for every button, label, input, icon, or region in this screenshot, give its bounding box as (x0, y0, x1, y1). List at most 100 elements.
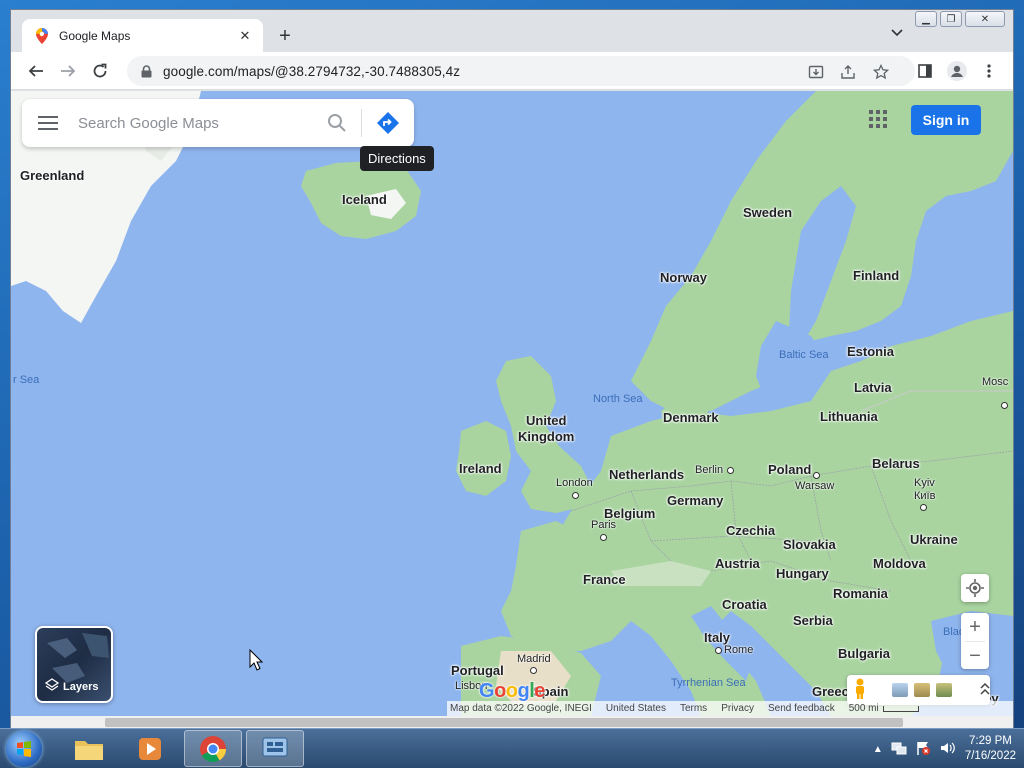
label-warsaw[interactable]: Warsaw (795, 480, 834, 492)
search-input[interactable]: Search Google Maps (74, 115, 313, 132)
zoom-in-icon[interactable]: + (961, 613, 989, 641)
zoom-out-icon[interactable]: − (961, 642, 989, 670)
label-austria[interactable]: Austria (715, 556, 760, 571)
zoom-controls: + − (961, 613, 989, 669)
back-arrow-icon[interactable] (24, 59, 48, 83)
taskbar: ▲ 7:29 PM 7/16/2022 (0, 728, 1024, 768)
search-icon[interactable] (313, 99, 361, 147)
file-explorer-folder-icon[interactable] (60, 730, 118, 767)
chrome-taskbar-icon[interactable] (184, 730, 242, 767)
show-hidden-icons-chevron-icon[interactable]: ▲ (873, 744, 883, 755)
minimize-icon[interactable]: ▁ (915, 11, 937, 27)
new-tab-plus-icon[interactable]: + (273, 24, 297, 48)
tab-search-chevron-icon[interactable] (891, 26, 903, 40)
label-denmark[interactable]: Denmark (663, 410, 719, 425)
label-germany[interactable]: Germany (667, 493, 723, 508)
terms-link[interactable]: Terms (680, 703, 707, 714)
label-sweden[interactable]: Sweden (743, 205, 792, 220)
photo-thumbnail-1[interactable] (891, 683, 908, 697)
label-romania[interactable]: Romania (833, 586, 888, 601)
google-logo: Google (479, 680, 545, 702)
label-latvia[interactable]: Latvia (854, 380, 892, 395)
label-france[interactable]: France (583, 572, 626, 587)
rome-dot (715, 647, 722, 654)
scale-bar[interactable]: 500 mi (849, 703, 919, 714)
photo-thumbnail-3[interactable] (935, 683, 952, 697)
side-panel-icon[interactable] (913, 59, 937, 83)
label-iceland[interactable]: Iceland (342, 192, 387, 207)
network-icon[interactable] (891, 740, 907, 759)
photo-thumbnail-2[interactable] (913, 683, 930, 697)
label-bulgaria[interactable]: Bulgaria (838, 646, 890, 661)
label-moscow[interactable]: Mosc (982, 376, 1008, 388)
directions-icon[interactable] (362, 99, 414, 147)
media-player-icon[interactable] (121, 730, 179, 767)
address-bar[interactable]: google.com/maps/@38.2794732,-30.7488305,… (127, 56, 915, 86)
label-greece[interactable]: Greec (812, 684, 849, 699)
country-link[interactable]: United States (606, 703, 666, 714)
label-croatia[interactable]: Croatia (722, 597, 767, 612)
share-icon[interactable] (839, 63, 857, 81)
forward-arrow-icon[interactable] (56, 59, 80, 83)
action-center-flag-icon[interactable] (915, 740, 931, 759)
label-czechia[interactable]: Czechia (726, 523, 775, 538)
restore-icon[interactable]: ❐ (940, 11, 962, 27)
control-panel-icon[interactable] (246, 730, 304, 767)
my-location-icon[interactable] (961, 574, 989, 602)
map-data-credit: Map data ©2022 Google, INEGI (450, 703, 592, 714)
start-button-windows-icon[interactable] (6, 731, 42, 767)
tab-google-maps[interactable]: Google Maps ✕ (22, 19, 263, 52)
tab-close-icon[interactable]: ✕ (237, 28, 253, 44)
volume-speaker-icon[interactable] (939, 740, 957, 759)
label-italy[interactable]: Italy (704, 630, 730, 645)
map-canvas[interactable]: Greenland Iceland Sweden Norway Finland … (11, 91, 1013, 716)
label-belarus[interactable]: Belarus (872, 456, 920, 471)
label-kingdom[interactable]: Kingdom (518, 429, 574, 444)
label-moldova[interactable]: Moldova (873, 556, 926, 571)
scrollbar-thumb[interactable] (105, 718, 903, 727)
privacy-link[interactable]: Privacy (721, 703, 754, 714)
label-london[interactable]: London (556, 477, 593, 489)
send-feedback-link[interactable]: Send feedback (768, 703, 835, 714)
label-united[interactable]: United (526, 413, 566, 428)
moscow-dot (1001, 402, 1008, 409)
label-estonia[interactable]: Estonia (847, 344, 894, 359)
google-apps-grid-icon[interactable] (869, 110, 893, 134)
label-ireland[interactable]: Ireland (459, 461, 502, 476)
search-box: Search Google Maps (22, 99, 414, 147)
lock-icon[interactable] (139, 64, 153, 78)
bookmark-star-icon[interactable] (872, 63, 890, 81)
label-ukraine[interactable]: Ukraine (910, 532, 958, 547)
label-poland[interactable]: Poland (768, 462, 811, 477)
label-kyiv-native[interactable]: Київ (914, 490, 935, 502)
browser-window: Google Maps ✕ + ▁ ❐ ✕ google.com/maps/@3… (10, 9, 1014, 729)
mouse-cursor-icon (249, 648, 264, 674)
label-portugal[interactable]: Portugal (451, 663, 504, 678)
system-clock[interactable]: 7:29 PM 7/16/2022 (965, 734, 1016, 764)
label-norway[interactable]: Norway (660, 270, 707, 285)
label-slovakia[interactable]: Slovakia (783, 537, 836, 552)
expand-chevron-icon[interactable] (980, 682, 990, 698)
more-menu-icon[interactable] (977, 59, 1001, 83)
label-berlin[interactable]: Berlin (695, 464, 723, 476)
layers-button[interactable]: Layers (35, 626, 113, 703)
sign-in-button[interactable]: Sign in (911, 105, 981, 135)
reload-icon[interactable] (88, 59, 112, 83)
label-lithuania[interactable]: Lithuania (820, 409, 878, 424)
browser-toolbar: google.com/maps/@38.2794732,-30.7488305,… (11, 52, 1013, 90)
hamburger-menu-icon[interactable] (22, 99, 74, 147)
pegman-icon[interactable] (853, 678, 867, 703)
label-kyiv[interactable]: Kyiv (914, 477, 935, 489)
label-greenland[interactable]: Greenland (20, 168, 84, 183)
label-netherlands[interactable]: Netherlands (609, 467, 684, 482)
label-hungary[interactable]: Hungary (776, 566, 829, 581)
label-madrid[interactable]: Madrid (517, 653, 551, 665)
label-finland[interactable]: Finland (853, 268, 899, 283)
label-serbia[interactable]: Serbia (793, 613, 833, 628)
close-window-icon[interactable]: ✕ (965, 11, 1005, 27)
profile-avatar-icon[interactable] (945, 59, 969, 83)
label-rome[interactable]: Rome (724, 644, 753, 656)
label-paris[interactable]: Paris (591, 519, 616, 531)
paris-dot (600, 534, 607, 541)
install-app-icon[interactable] (807, 63, 825, 81)
